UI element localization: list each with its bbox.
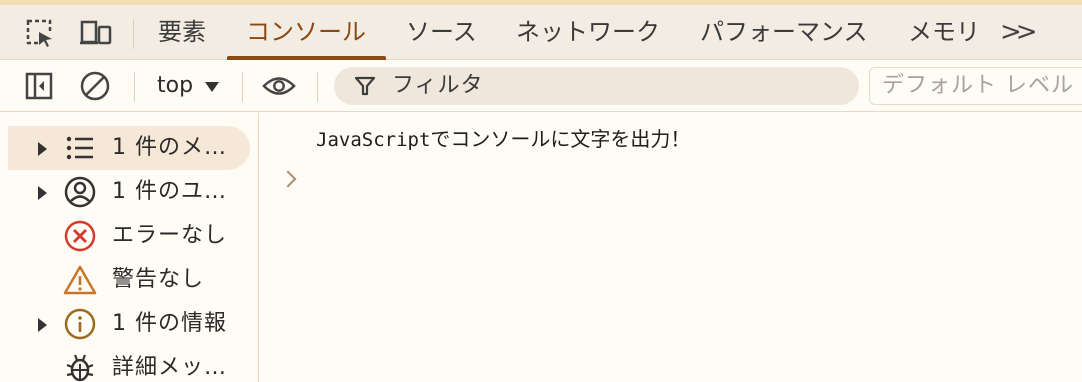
devtools-tab-bar: 要素 コンソール ソース ネットワーク パフォーマンス メモリ >>: [0, 5, 1082, 60]
sidebar-item-label: 1 件の情報: [112, 311, 227, 336]
sidebar-item-errors[interactable]: エラーなし: [8, 214, 250, 258]
clear-console-icon[interactable]: [78, 69, 112, 103]
expand-arrow-icon[interactable]: [38, 318, 47, 332]
tab-bar-divider: [133, 19, 134, 49]
tab-console[interactable]: コンソール: [246, 5, 366, 60]
sidebar-item-warnings[interactable]: 警告なし: [8, 258, 250, 302]
tab-network[interactable]: ネットワーク: [516, 5, 660, 60]
inspect-element-icon[interactable]: [25, 18, 57, 48]
console-output: JavaScriptでコンソールに文字を出力！: [260, 113, 1082, 382]
filter-placeholder: フィルタ: [392, 73, 484, 98]
tab-performance[interactable]: パフォーマンス: [700, 5, 868, 60]
user-icon: [63, 175, 97, 209]
sidebar-item-label: 1 件のメ…: [112, 135, 227, 160]
toolbar-divider: [317, 72, 318, 102]
eye-icon[interactable]: [262, 69, 296, 103]
tab-memory[interactable]: メモリ: [908, 5, 980, 60]
sidebar-item-label: 警告なし: [112, 267, 205, 292]
info-icon: [63, 307, 97, 341]
bug-icon: [63, 351, 97, 382]
toolbar-divider: [242, 72, 243, 102]
log-levels-label: デフォルト レベル: [882, 73, 1074, 98]
sidebar-item-label: 1 件のユ…: [112, 179, 227, 204]
sidebar-item-label: エラーなし: [112, 223, 228, 248]
console-message-code: JavaScript: [316, 129, 431, 151]
log-levels-dropdown[interactable]: デフォルト レベル: [869, 67, 1082, 105]
console-sidebar: 1 件のメ… 1 件のユ… エラーなし 警告なし 1 件の情報 詳細メッ…: [0, 113, 259, 382]
filter-input[interactable]: フィルタ: [334, 67, 859, 105]
sidebar-item-info[interactable]: 1 件の情報: [8, 302, 250, 346]
chevron-down-icon[interactable]: [205, 82, 219, 92]
tab-elements[interactable]: 要素: [158, 5, 206, 60]
sidebar-item-messages[interactable]: 1 件のメ…: [8, 126, 250, 170]
list-icon: [63, 131, 97, 165]
console-message: JavaScriptでコンソールに文字を出力！: [316, 123, 690, 152]
filter-icon: [354, 75, 376, 97]
tab-sources[interactable]: ソース: [406, 5, 477, 60]
sidebar-item-verbose[interactable]: 詳細メッ…: [8, 346, 250, 382]
expand-arrow-icon[interactable]: [38, 186, 47, 200]
toolbar-divider: [134, 72, 135, 102]
context-selector[interactable]: top: [157, 60, 193, 112]
console-message-text: でコンソールに文字を出力！: [430, 127, 691, 151]
device-toolbar-icon[interactable]: [80, 18, 112, 48]
console-prompt-chevron-icon[interactable]: [279, 170, 297, 188]
console-toolbar: top フィルタ デフォルト レベル: [0, 60, 1082, 112]
expand-arrow-icon[interactable]: [38, 142, 47, 156]
warning-icon: [63, 263, 97, 297]
sidebar-toggle-icon[interactable]: [22, 69, 56, 103]
sidebar-item-user-messages[interactable]: 1 件のユ…: [8, 170, 250, 214]
error-icon: [63, 219, 97, 253]
sidebar-item-label: 詳細メッ…: [112, 355, 228, 380]
more-tabs-button[interactable]: >>: [1000, 17, 1037, 47]
